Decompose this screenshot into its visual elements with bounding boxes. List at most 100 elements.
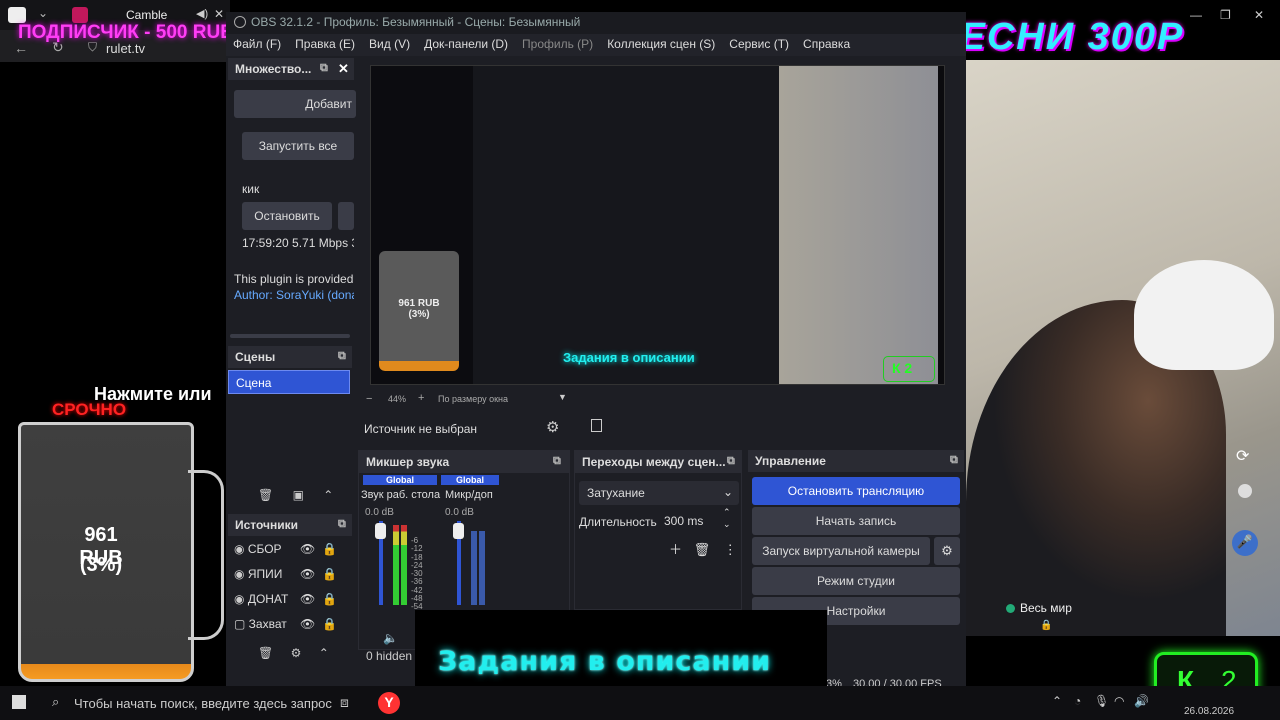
dock-scrollbar[interactable] [230,334,350,338]
start-all-button[interactable]: Запустить все [242,132,354,160]
obs-menubar: Файл (F) Правка (E) Вид (V) Док-панели (D) П… [226,34,966,56]
scene-item[interactable]: Сцена [228,370,350,394]
plugin-info-line2[interactable]: Author: SoraYuki (donat [234,288,354,302]
virtual-camera-button[interactable]: Запуск виртуальной камеры [752,537,930,565]
mixer-channel-name[interactable]: Микр/доп [445,489,497,501]
tab-close-icon[interactable]: ✕ [214,7,224,21]
tray-volume-icon[interactable]: 🔊 [1134,694,1149,708]
dock-close-icon[interactable]: ✕ [338,61,349,77]
source-item[interactable]: ◉ СБОР 👁 🔒 [234,542,352,564]
level-meter [401,525,407,605]
dock-float-icon[interactable]: ⧉ [553,455,561,468]
fader-handle[interactable] [375,523,386,539]
lock-icon[interactable]: 🔒 [322,567,337,581]
tray-chevron-icon[interactable]: ⌃ [1052,694,1062,708]
visibility-eye-icon[interactable]: 👁 [300,567,315,581]
menu-file[interactable]: Файл (F) [226,34,288,54]
remove-source-icon[interactable]: 🗑 [258,488,273,502]
source-item[interactable]: ◉ ДОНАТ 👁 🔒 [234,592,352,614]
mixer-dock-title: Микшер звука ⧉ [359,451,569,473]
zoom-level: 44% [388,394,407,404]
dock-float-icon[interactable]: ⧉ [727,455,735,468]
stop-stream-button[interactable]: Остановить трансляцию [752,477,960,505]
close-icon[interactable]: ✕ [1254,8,1264,22]
studio-mode-button[interactable]: Режим студии [752,567,960,595]
program-preview[interactable]: 961 RUB (3%) Задания в описании К 2 [370,65,945,385]
spin-down-icon[interactable]: ⌄ [723,519,731,530]
remove-source-icon[interactable]: 🗑 [258,646,273,660]
menu-view[interactable]: Вид (V) [362,34,417,54]
transition-select[interactable]: Затухание ⌄ [579,481,739,505]
source-properties-icon[interactable]: ▣ [293,488,304,502]
timer-icon[interactable] [1238,484,1252,498]
rotate-icon[interactable]: ⟳ [1236,446,1249,466]
menu-scene-collection[interactable]: Коллекция сцен (S) [600,34,722,54]
visibility-eye-icon[interactable]: 👁 [300,592,315,606]
windows-start-icon[interactable] [12,695,26,709]
tab-audio-icon[interactable]: ◀) [196,7,208,20]
sources-title-text: Источники [235,518,299,532]
browser-app-icon[interactable] [8,7,26,23]
webcam-feed: ⟳ 🎤 Весь мир 🔒 [966,60,1280,636]
dock-float-icon[interactable]: ⧉ [320,62,328,75]
taskbar-search-icon[interactable]: ⌕ [52,694,59,710]
stop-target-button[interactable]: Остановить [242,202,332,230]
visibility-eye-icon[interactable]: 👁 [300,617,315,631]
mic-icon[interactable]: 🎤 [1232,530,1258,556]
tray-mic-icon[interactable]: 🎙 [1094,694,1109,708]
duration-input[interactable]: 300 ms ⌃ ⌄ [659,507,735,533]
zoom-out-icon[interactable]: − [366,393,372,405]
dock-float-icon[interactable]: ⧉ [338,518,346,531]
level-meter [393,525,399,605]
browser-tab-title[interactable]: Camble [126,8,167,22]
tray-network-icon[interactable]: ◔ [1074,694,1081,708]
fit-dropdown-icon[interactable]: ▼ [558,392,567,402]
source-name: ДОНАТ [247,592,289,606]
speaker-icon[interactable]: 🔈 [383,631,398,645]
lock-icon[interactable]: 🔒 [322,617,337,631]
fader-handle[interactable] [453,523,464,539]
maximize-icon[interactable]: ❐ [1220,8,1231,22]
add-target-button[interactable]: Добавит [234,90,356,118]
source-settings-icon[interactable]: ⚙ [291,646,302,660]
zoom-in-icon[interactable]: + [418,392,424,404]
dock-float-icon[interactable]: ⧉ [950,454,958,467]
virtual-camera-settings-icon[interactable]: ⚙ [934,537,960,565]
dock-float-icon[interactable]: ⧉ [338,350,346,363]
add-icon[interactable]: ＋ [669,542,682,557]
menu-help[interactable]: Справка [796,34,857,54]
subscriber-overlay: ПОДПИСЧИК - 500 RUB [18,22,234,43]
task-view-icon[interactable]: ⧈ [340,694,349,711]
mixer-channel-db: 0.0 dB [445,507,474,518]
move-up-icon[interactable]: ⌃ [319,646,329,660]
target-extra-button[interactable] [338,202,354,230]
source-name: Захват [248,617,287,631]
tab-favicon-icon [72,7,88,23]
yandex-browser-icon[interactable]: Y [378,692,400,714]
start-record-button[interactable]: Начать запись [752,507,960,535]
duration-label: Длительность [579,515,657,529]
menu-profile[interactable]: Профиль (P) [515,34,600,54]
spin-up-icon[interactable]: ⌃ [723,507,731,518]
obs-window: OBS 32.1.2 - Профиль: Безымянный - Сцены… [226,12,966,702]
source-item[interactable]: ◉ ЯПИИ 👁 🔒 [234,567,352,589]
more-icon[interactable]: ⋮ [724,542,737,557]
remove-icon[interactable]: 🗑 [694,542,711,557]
move-up-icon[interactable]: ⌃ [323,488,333,502]
visibility-eye-icon[interactable]: 👁 [300,542,315,556]
chevron-down-icon[interactable]: ⌄ [38,6,48,20]
mixer-channel-name[interactable]: Звук раб. стола [361,489,441,501]
source-item[interactable]: ▢ Захват 👁 🔒 [234,617,352,639]
fit-to-window-select[interactable]: По размеру окна [438,394,508,404]
menu-tools[interactable]: Сервис (T) [722,34,796,54]
lock-icon[interactable]: 🔒 [322,542,337,556]
source-settings-icon[interactable]: ⚙ [546,418,559,436]
source-filters-icon[interactable] [591,419,602,432]
minimize-icon[interactable]: — [1190,8,1202,22]
taskbar-search-input[interactable]: Чтобы начать поиск, введите здесь запрос [74,696,332,711]
menu-docks[interactable]: Док-панели (D) [417,34,515,54]
sources-dock-title: Источники ⧉ [228,514,352,536]
menu-edit[interactable]: Правка (E) [288,34,362,54]
tray-wifi-icon[interactable]: ◠ [1114,694,1124,708]
lock-icon[interactable]: 🔒 [322,592,337,606]
